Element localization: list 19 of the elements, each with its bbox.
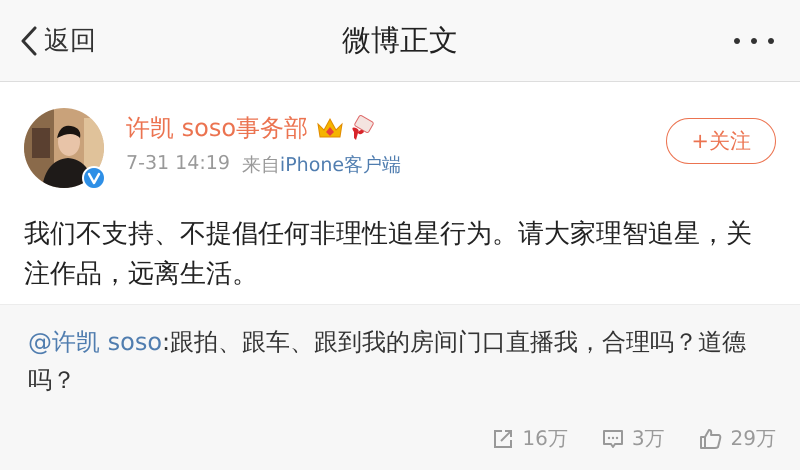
like-icon[interactable]: [698, 428, 723, 450]
back-icon: [20, 26, 38, 56]
more-icon[interactable]: [732, 36, 776, 46]
back-button[interactable]: 返回: [20, 23, 96, 58]
share-icon[interactable]: [492, 428, 514, 450]
page-title: 微博正文: [342, 22, 458, 58]
comment-icon[interactable]: [602, 428, 624, 450]
crown-icon: [316, 116, 344, 140]
mention-link[interactable]: @许凯 soso: [28, 328, 162, 356]
source-label: 来自: [242, 153, 280, 178]
repost-text: @许凯 soso:跟拍、跟车、跟到我的房间门口直播我，合理吗？道德吗？: [28, 327, 748, 396]
source-link[interactable]: iPhone客户端: [280, 152, 402, 178]
post-time: 7-31 14:19: [126, 152, 230, 176]
action-count: 16万: [522, 425, 568, 452]
follow-button[interactable]: +关注: [666, 118, 776, 164]
author-name[interactable]: 许凯 soso事务部: [126, 112, 308, 144]
action-count: 29万: [730, 425, 776, 452]
post-text: 我们不支持、不提倡任何非理性追星行为。请大家理智追星，关注作品，远离生活。: [24, 218, 753, 291]
action-count: 3万: [632, 425, 665, 452]
